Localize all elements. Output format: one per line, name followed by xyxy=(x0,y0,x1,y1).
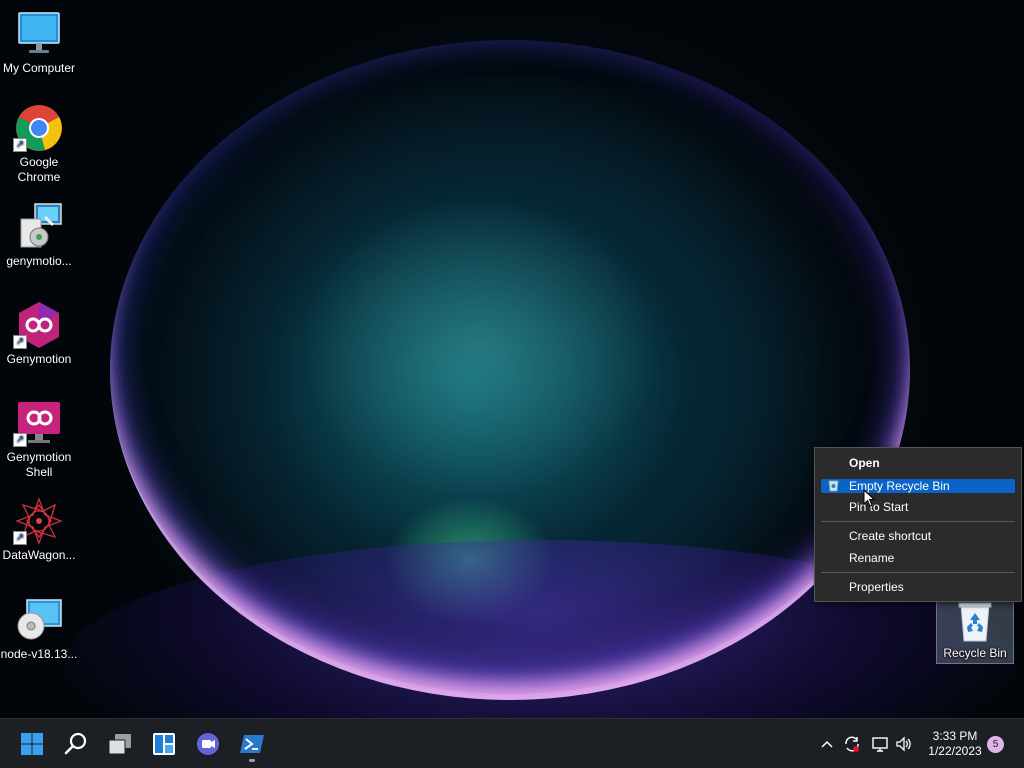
desktop-icon-label: Recycle Bin xyxy=(943,646,1007,660)
desktop-icon-genymotion[interactable]: ↗ Genymotion xyxy=(0,301,78,367)
desktop-icon-google-chrome[interactable]: ↗ Google Chrome xyxy=(0,104,78,185)
menu-item-label: Pin to Start xyxy=(849,500,909,514)
desktop-icon-label: Genymotion Shell xyxy=(6,450,72,479)
menu-item-label: Rename xyxy=(849,551,895,565)
desktop-icon-label: Google Chrome xyxy=(17,155,61,184)
mouse-cursor-icon xyxy=(863,489,875,507)
clock-date: 1/22/2023 xyxy=(928,744,982,758)
desktop-icon-recycle-bin[interactable]: Recycle Bin xyxy=(936,598,1014,664)
shortcut-arrow-icon: ↗ xyxy=(13,138,27,152)
desktop-icon-node-installer[interactable]: node-v18.13... xyxy=(0,596,78,662)
monitor-icon xyxy=(15,10,63,58)
notification-badge[interactable]: 5 xyxy=(987,736,1004,753)
powershell-icon xyxy=(240,735,264,753)
desktop-icon-genymotion-installer[interactable]: genymotio... xyxy=(0,203,78,269)
desktop-icon-label: Genymotion xyxy=(6,352,72,366)
clock-time: 3:33 PM xyxy=(932,729,978,743)
shortcut-arrow-icon: ↗ xyxy=(13,335,27,349)
search-button[interactable] xyxy=(60,728,92,760)
recycle-bin-icon xyxy=(951,601,999,643)
desktop-wallpaper[interactable] xyxy=(0,0,1024,718)
taskbar: 3:33 PM 1/22/2023 5 xyxy=(0,718,1024,768)
teams-chat-icon xyxy=(197,733,219,755)
desktop-icon-datawagon[interactable]: ↗ DataWagon... xyxy=(0,497,78,563)
volume-button[interactable] xyxy=(895,735,913,756)
menu-item-label: Open xyxy=(849,456,880,470)
menu-item-rename[interactable]: Rename xyxy=(821,551,1015,565)
menu-item-label: Properties xyxy=(849,580,904,594)
desktop-icon-label: DataWagon... xyxy=(2,548,76,562)
network-icon xyxy=(872,737,888,752)
sync-icon xyxy=(845,736,859,752)
windows-logo-icon xyxy=(21,733,43,755)
menu-separator xyxy=(821,572,1015,573)
chevron-up-icon xyxy=(821,740,833,748)
datawagon-icon: ↗ xyxy=(13,497,63,545)
desktop-icon-genymotion-shell[interactable]: ↗ Genymotion Shell xyxy=(0,399,78,480)
chrome-icon: ↗ xyxy=(13,104,63,152)
search-icon xyxy=(64,732,87,755)
sync-status-button[interactable] xyxy=(843,735,861,756)
powershell-button[interactable] xyxy=(236,728,268,762)
genymotion-shell-icon: ↗ xyxy=(13,399,63,447)
start-button[interactable] xyxy=(16,728,48,760)
desktop-icon-my-computer[interactable]: My Computer xyxy=(0,10,78,76)
desktop-icon-label: My Computer xyxy=(2,61,76,75)
shortcut-arrow-icon: ↗ xyxy=(13,433,27,447)
menu-item-empty-recycle-bin[interactable]: Empty Recycle Bin xyxy=(821,479,1015,493)
speaker-icon xyxy=(896,736,911,752)
widgets-button[interactable] xyxy=(148,728,180,760)
shortcut-arrow-icon: ↗ xyxy=(13,531,27,545)
context-menu: Open Empty Recycle Bin Pin to Start Crea… xyxy=(814,447,1022,602)
task-view-button[interactable] xyxy=(104,728,136,760)
installer-icon xyxy=(15,203,63,251)
menu-item-create-shortcut[interactable]: Create shortcut xyxy=(821,529,1015,543)
wallpaper-orb xyxy=(110,40,910,700)
disc-installer-icon xyxy=(15,596,63,644)
menu-item-label: Create shortcut xyxy=(849,529,932,543)
clock[interactable]: 3:33 PM 1/22/2023 xyxy=(920,729,990,759)
task-view-icon xyxy=(108,734,131,755)
network-button[interactable] xyxy=(871,735,889,756)
menu-item-properties[interactable]: Properties xyxy=(821,580,1015,594)
menu-item-pin-to-start[interactable]: Pin to Start xyxy=(821,500,1015,514)
widgets-icon xyxy=(153,733,175,755)
menu-separator xyxy=(821,521,1015,522)
running-indicator xyxy=(249,759,255,762)
desktop-icon-label: node-v18.13... xyxy=(0,647,78,661)
genymotion-icon: ↗ xyxy=(13,301,63,349)
desktop-icon-label: genymotio... xyxy=(6,254,72,268)
menu-item-open[interactable]: Open xyxy=(821,456,1015,470)
recycle-bin-icon xyxy=(828,480,839,492)
show-hidden-icons-button[interactable] xyxy=(819,736,835,755)
chat-button[interactable] xyxy=(192,728,224,760)
